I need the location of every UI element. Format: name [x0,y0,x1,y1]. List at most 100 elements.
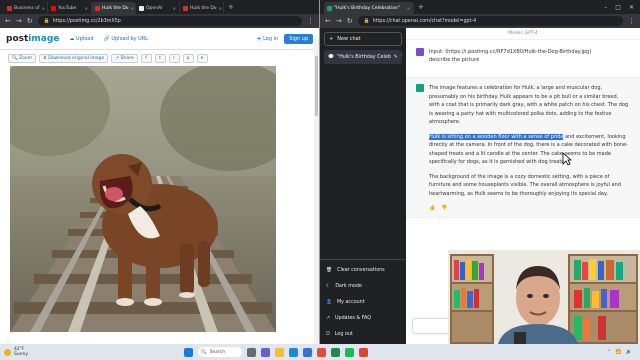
login-link[interactable]: ⎆ Log in [257,36,278,42]
extensions-icon[interactable]: ⋮ [307,17,314,25]
new-chat-button[interactable]: + New chat [324,32,402,46]
close-icon[interactable]: ✕ [407,6,410,11]
sidebar-bottom-menu: 🗑 Clear conversations ☾ Dark mode 👤 My acco… [320,259,406,342]
lock-icon: 🔒 [43,18,50,24]
moon-icon: ☾ [326,283,331,289]
postimage-logo[interactable]: postimage [6,34,59,44]
signup-button[interactable]: Sign up [284,33,313,44]
taskbar-search[interactable]: 🔍 Search [198,347,242,357]
close-window-icon[interactable]: ✕ [629,4,634,11]
thumbs-up-icon[interactable]: 👍 [429,204,435,213]
youtube-favicon-icon [7,5,12,11]
volume-icon[interactable]: 🔊 [626,350,632,355]
navigation-bar: ← → ↻ 🔒 https://chat.openai.com/chat?mod… [320,14,640,28]
trash-icon: 🗑 [326,267,333,273]
facebook-share-icon[interactable]: f [140,53,152,63]
maximize-icon[interactable]: □ [615,4,621,11]
chatgpt-sidebar: +New chat 💬 "Hulk's Birthday Celeb ✎ 🗑 🗑… [320,28,406,344]
postimage-header: postimage ☁ Upload 🔗 Upload by URL ⎆ Log… [0,28,319,50]
close-icon[interactable]: ✕ [173,6,176,11]
edit-icon[interactable]: ✎ [394,55,398,60]
reload-icon[interactable]: ↻ [347,17,353,25]
excel-icon[interactable] [331,347,340,357]
menu-icon[interactable]: ⋮ [628,17,635,25]
tab-hulk-birthday[interactable]: "Hulk's Birthday Celebration" ✕ [324,2,414,14]
spotify-icon[interactable] [345,347,354,357]
back-icon[interactable]: ← [5,17,11,25]
close-icon[interactable]: ✕ [219,6,222,11]
file-explorer-icon[interactable] [275,347,284,357]
upload-link[interactable]: ☁ Upload [69,36,93,42]
clear-conversations-button[interactable]: 🗑 Clear conversations [320,262,406,278]
forward-icon[interactable]: → [16,17,22,25]
user-icon: 👤 [326,299,332,305]
user-avatar [416,48,424,56]
assistant-paragraph: Hulk is sitting on a wooden floor with a… [429,133,628,165]
log-out-button[interactable]: ⎋ Log out [320,326,406,342]
tab-hulk-active[interactable]: Hulk the Do ✕ [92,2,136,14]
close-icon[interactable]: ✕ [131,6,134,11]
tab-hulk-2[interactable]: Hulk the Do ✕ [180,2,224,14]
sun-icon [4,348,11,356]
left-browser-window: Business of ✕ YouTube ✕ Hulk the Do ✕ OpenA… [0,0,320,344]
reload-icon[interactable]: ↻ [27,17,33,25]
share-button[interactable]: ↗ Share [111,53,138,63]
model-indicator: Model: GPT-4 [406,28,640,40]
chevron-up-icon[interactable]: ⌃ [607,350,611,355]
download-original-button[interactable]: ⬇ Download original image [39,53,109,63]
dog-on-railroad-photo [10,66,276,332]
app-icon[interactable] [359,347,368,357]
email-share-icon[interactable]: e [196,53,208,63]
thumbs-down-icon[interactable]: 👎 [441,204,447,213]
new-tab-button[interactable]: + [224,3,238,11]
close-icon[interactable]: ✕ [85,6,88,11]
user-message: Input: (https://i.postimg.cc/RF7d1XB0/Hu… [406,40,640,78]
assistant-paragraph: The background of the image is a cozy do… [429,173,621,197]
feedback-buttons: 👍 👎 [429,204,630,213]
openai-favicon-icon [139,5,144,11]
close-icon[interactable]: ✕ [42,6,45,11]
weather-widget[interactable]: 42°F Sunny [4,347,64,357]
address-bar[interactable]: 🔒 https://chat.openai.com/chat?model=gpt… [357,16,623,26]
address-bar[interactable]: 🔒 https://postimg.cc/2b3mX5p [37,16,302,26]
chat-app-icon[interactable] [261,347,270,357]
system-tray: ⌃ 📶 🔊 [607,350,636,355]
zoom-button[interactable]: 🔍 Zoom [8,53,37,63]
my-account-button[interactable]: 👤 My account [320,294,406,310]
forward-icon[interactable]: → [336,17,342,25]
chrome-icon[interactable] [317,347,326,357]
youtube-favicon-icon [51,5,56,11]
windows-taskbar: 42°F Sunny 🔍 Search ⌃ 📶 🔊 [0,344,640,360]
wifi-icon[interactable]: 📶 [616,350,622,355]
back-icon[interactable]: ← [325,17,331,25]
tab-strip: Business of ✕ YouTube ✕ Hulk the Do ✕ OpenA… [0,0,319,14]
tab-openai[interactable]: OpenAI ✕ [136,2,180,14]
tab-youtube[interactable]: YouTube ✕ [48,2,92,14]
openai-favicon-icon [327,5,332,11]
plus-icon: + [329,36,334,42]
minimize-icon[interactable]: – [604,4,607,11]
trash-icon[interactable]: 🗑 [401,55,402,60]
upload-by-url-link[interactable]: 🔗 Upload by URL [104,36,149,42]
assistant-paragraph: The image features a celebration for Hul… [429,85,629,125]
store-icon[interactable] [303,347,312,357]
updates-faq-link[interactable]: ↗ Updates & FAQ [320,310,406,326]
youtube-favicon-icon [183,5,188,11]
page-scrollbar[interactable] [314,36,319,344]
edge-icon[interactable] [289,347,298,357]
window-controls: – □ ✕ [604,4,640,11]
tab-business[interactable]: Business of ✕ [4,2,48,14]
windows-start-icon[interactable] [184,347,193,357]
chat-bubble-icon: 💬 [328,54,334,60]
new-tab-button[interactable]: + [414,3,428,11]
task-view-icon[interactable] [247,347,256,357]
image-toolbar: 🔍 Zoom ⬇ Download original image ↗ Share… [0,50,319,66]
scrollbar-thumb[interactable] [315,56,318,116]
pinterest-share-icon[interactable]: p [182,53,194,63]
external-link-icon: ↗ [326,315,331,321]
reddit-share-icon[interactable]: r [168,53,180,63]
dark-mode-button[interactable]: ☾ Dark mode [320,278,406,294]
conversation-item[interactable]: 💬 "Hulk's Birthday Celeb ✎ 🗑 [324,50,402,64]
taskbar-apps: 🔍 Search [184,347,368,357]
twitter-share-icon[interactable]: t [154,53,166,63]
